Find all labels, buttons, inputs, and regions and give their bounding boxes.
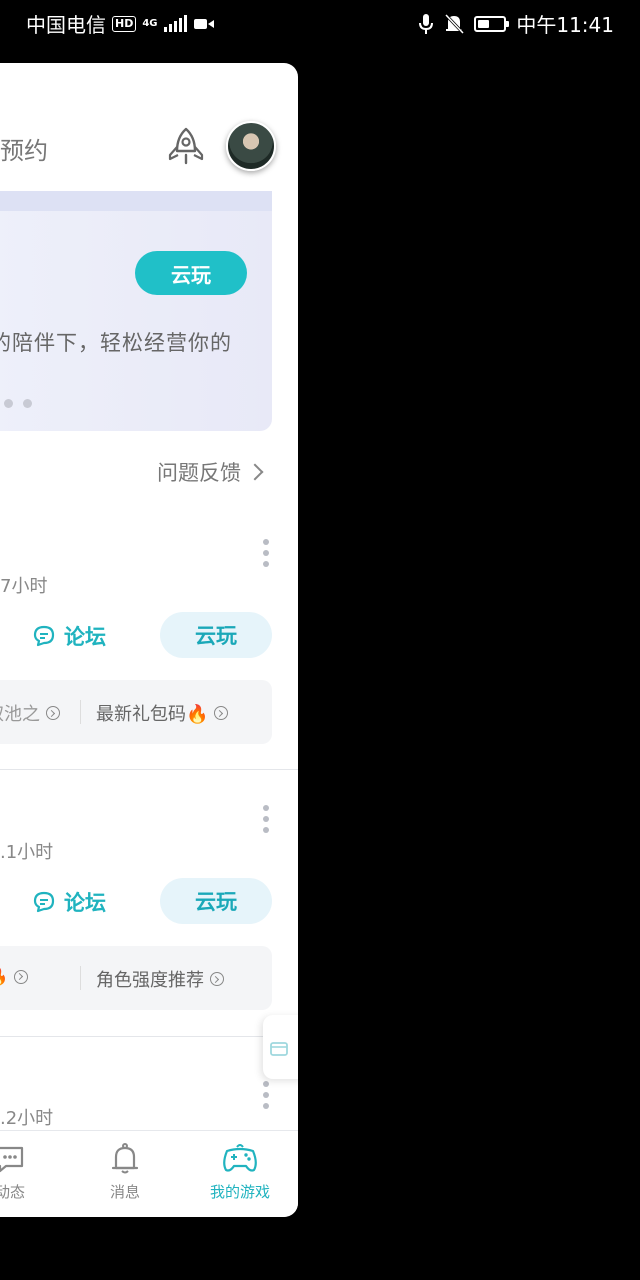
divider — [0, 1036, 298, 1037]
game-tag[interactable]: 最新礼包码🔥 — [96, 700, 229, 726]
nav-item-feed[interactable]: 动态 — [0, 1141, 50, 1202]
chat-bubble-icon — [33, 625, 55, 647]
forum-button[interactable]: 论坛 — [32, 621, 106, 651]
nav-label: 动态 — [0, 1183, 25, 1201]
gift-icon — [270, 1042, 288, 1056]
status-time: 中午11:41 — [516, 13, 614, 37]
arrow-circle-icon — [210, 972, 224, 986]
header-label: 预约 — [0, 137, 48, 165]
rocket-icon[interactable] — [164, 125, 208, 169]
tag-divider — [80, 966, 81, 990]
cloud-play-button[interactable]: 云玩 — [160, 878, 272, 924]
forum-label: 论坛 — [64, 891, 106, 915]
signal-icon — [163, 14, 187, 32]
tag-label: 角色强度推荐 — [96, 970, 204, 991]
game-tags-bar: 取池之 最新礼包码🔥 — [0, 680, 272, 744]
cloud-play-button[interactable]: 云玩 — [135, 251, 247, 295]
status-bar: 中国电信 HD 4G 中午11:41 — [0, 0, 640, 44]
play-hours: .1小时 — [0, 842, 54, 863]
nav-label: 消息 — [109, 1183, 140, 1201]
chat-bubble-icon — [33, 891, 55, 913]
cloud-play-button[interactable]: 云玩 — [160, 612, 272, 658]
arrow-circle-icon — [14, 969, 29, 984]
forum-button[interactable]: 论坛 — [32, 887, 106, 917]
play-hours: .2小时 — [0, 1108, 54, 1129]
gamepad-icon — [223, 1144, 257, 1172]
chat-icon — [0, 1146, 24, 1173]
feedback-link[interactable]: 问题反馈 — [157, 457, 264, 487]
forum-label: 论坛 — [64, 625, 106, 649]
video-icon — [193, 18, 214, 29]
tag-label: 最新礼包码🔥 — [96, 704, 209, 725]
nav-label: 我的游戏 — [209, 1183, 270, 1201]
more-options-icon[interactable] — [263, 1081, 269, 1109]
tag-label: 🔥 — [0, 966, 8, 987]
chevron-right-icon — [246, 463, 264, 481]
drawer-panel: 预约 云玩 的陪伴下，轻松经营你的 问题反馈 7小时 论坛 云玩 取池之 — [0, 63, 298, 1217]
game-tag[interactable]: 取池之 — [0, 700, 60, 726]
nav-item-my-games[interactable]: 我的游戏 — [200, 1141, 280, 1202]
banner-top-strip — [0, 191, 272, 211]
divider — [0, 769, 298, 770]
status-right: 中午11:41 — [418, 9, 614, 38]
game-tags-bar: 🔥 角色强度推荐 — [0, 946, 272, 1010]
microphone-icon — [419, 13, 434, 34]
bell-icon — [111, 1143, 139, 1174]
nav-item-messages[interactable]: 消息 — [85, 1141, 165, 1202]
play-hours: 7小时 — [0, 576, 48, 597]
game-tag[interactable]: 角色强度推荐 — [96, 966, 224, 992]
arrow-circle-icon — [214, 706, 229, 720]
network-label: 4G — [142, 17, 158, 29]
bell-muted-icon — [445, 13, 465, 34]
hd-badge: HD — [112, 15, 137, 32]
carousel-indicator — [4, 399, 32, 408]
bottom-nav: 动态 消息 我的游戏 — [0, 1130, 298, 1217]
more-options-icon[interactable] — [263, 539, 269, 567]
feedback-label: 问题反馈 — [157, 461, 241, 485]
banner-card[interactable]: 云玩 的陪伴下，轻松经营你的 — [0, 191, 272, 431]
tag-label: 取池之 — [0, 704, 40, 725]
carrier-label: 中国电信 — [26, 13, 106, 37]
arrow-circle-icon — [46, 706, 60, 720]
banner-description: 的陪伴下，轻松经营你的 — [0, 331, 232, 355]
more-options-icon[interactable] — [263, 805, 269, 833]
battery-icon — [474, 15, 510, 32]
game-tag[interactable]: 🔥 — [0, 966, 29, 987]
status-left: 中国电信 HD 4G — [26, 9, 215, 38]
avatar[interactable] — [226, 121, 276, 171]
tag-divider — [80, 700, 81, 724]
floating-gift-tab[interactable] — [263, 1015, 298, 1079]
